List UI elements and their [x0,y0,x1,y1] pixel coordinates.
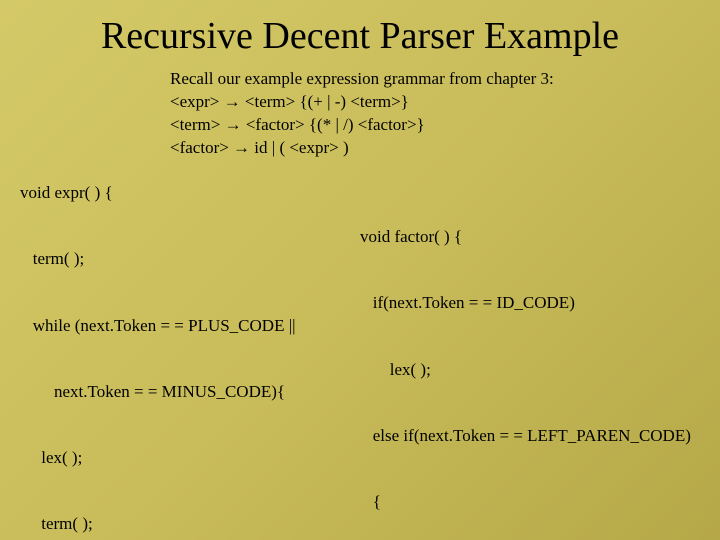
code-line: { [360,491,700,513]
code-line: next.Token = = MINUS_CODE){ [20,381,360,403]
code-line: term( ); [20,513,360,535]
code-line: term( ); [20,248,360,270]
code-line: if(next.Token = = ID_CODE) [360,292,700,314]
grammar-intro: Recall our example expression grammar fr… [170,68,700,91]
code-line: void factor( ) { [360,226,700,248]
code-line: while (next.Token = = PLUS_CODE || [20,315,360,337]
code-line: lex( ); [20,447,360,469]
grammar-rule-term: <term> → <factor> {(* | /) <factor>} [170,114,700,137]
code-columns: void expr( ) { term( ); while (next.Toke… [20,138,700,540]
slide: Recursive Decent Parser Example Recall o… [0,0,720,540]
code-line: lex( ); [360,359,700,381]
code-line: void expr( ) { [20,182,360,204]
code-right-column: void factor( ) { if(next.Token = = ID_CO… [360,182,700,540]
grammar-rule-expr: <expr> → <term> {(+ | -) <term>} [170,91,700,114]
code-line: else if(next.Token = = LEFT_PAREN_CODE) [360,425,700,447]
code-left-column: void expr( ) { term( ); while (next.Toke… [20,138,360,540]
page-title: Recursive Decent Parser Example [20,14,700,58]
